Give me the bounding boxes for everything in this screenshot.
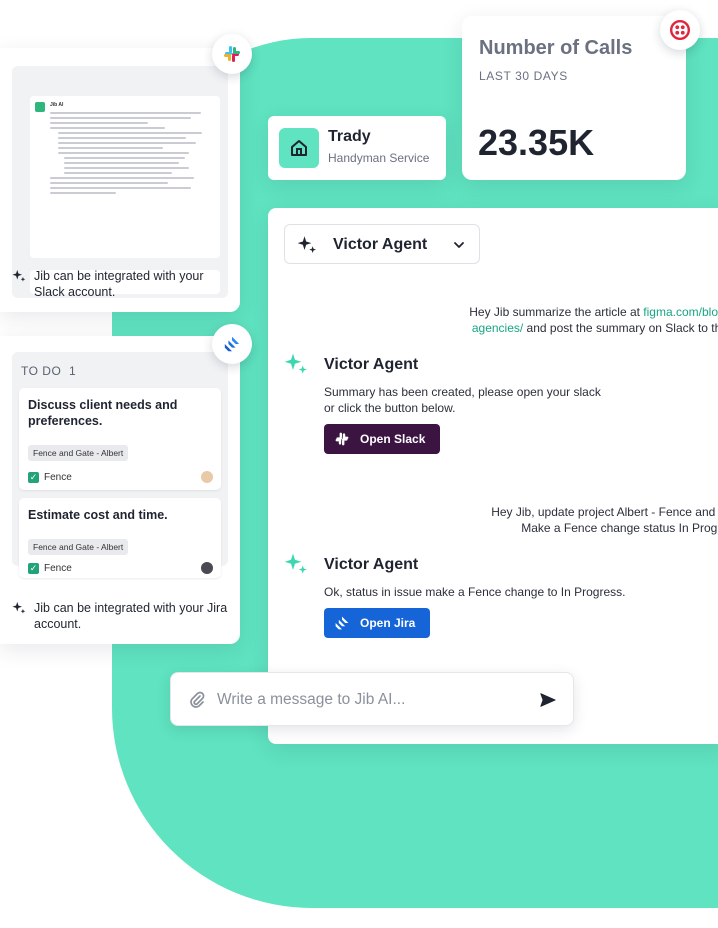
todo-column: TO DO 1 Discuss client needs and prefere… (12, 352, 228, 578)
trady-logo-icon (279, 128, 319, 168)
agent-name: Victor Agent (324, 556, 419, 573)
checkbox-icon: ✓ (28, 472, 39, 483)
slack-integration-note: Jib can be integrated with your Slack ac… (12, 268, 232, 300)
jira-icon (224, 336, 240, 352)
send-icon[interactable] (539, 691, 557, 709)
agent-selector[interactable]: Victor Agent (284, 224, 480, 264)
slack-badge (212, 34, 252, 74)
avatar (35, 102, 45, 112)
article-link[interactable]: figma.com/blog/ (643, 305, 718, 319)
stat-title: Number of Calls (479, 37, 633, 59)
user-message: Hey Jib summarize the article at figma.c… (469, 304, 718, 336)
agent-message: Ok, status in issue make a Fence change … (324, 585, 626, 599)
todo-count: 1 (68, 364, 77, 378)
open-slack-label: Open Slack (360, 432, 426, 446)
business-card: Trady Handyman Service (268, 116, 446, 180)
house-icon (291, 140, 307, 156)
agent-message: Summary has been created, please open yo… (324, 385, 601, 415)
chevron-down-icon (454, 242, 464, 248)
open-jira-label: Open Jira (360, 616, 416, 630)
slack-preview: Jib AI (12, 66, 228, 298)
avatar (201, 471, 213, 483)
jira-integration-text: Jib can be integrated with your Jira acc… (34, 601, 228, 631)
todo-column-title: TO DO 1 (21, 364, 77, 378)
chat-panel: Victor Agent Hey Jib summarize the artic… (268, 208, 718, 744)
slack-icon (224, 46, 240, 62)
task-tag: Fence and Gate - Albert (28, 445, 129, 461)
user-message: Hey Jib, update project Albert - Fence a… (491, 505, 718, 535)
avatar (201, 562, 213, 574)
agent-sparkle-icon (284, 553, 307, 574)
slack-integration-text: Jib can be integrated with your Slack ac… (34, 269, 204, 299)
twilio-icon (669, 19, 691, 41)
agent-selector-label: Victor Agent (333, 236, 428, 253)
task-card[interactable]: Estimate cost and time. Fence and Gate -… (19, 498, 221, 578)
business-subtitle: Handyman Service (328, 151, 430, 165)
task-tag: Fence and Gate - Albert (28, 539, 129, 555)
task-label: Fence (44, 472, 72, 483)
stat-period: LAST 30 DAYS (479, 69, 568, 83)
slack-preview-name: Jib AI (50, 102, 64, 108)
open-slack-button[interactable]: Open Slack (324, 424, 440, 454)
sparkle-icon (297, 236, 316, 253)
slack-icon (335, 432, 349, 446)
agent-name: Victor Agent (324, 356, 419, 373)
slack-message-preview: Jib AI (30, 96, 220, 258)
stat-value: 23.35K (478, 122, 595, 163)
task-card[interactable]: Discuss client needs and preferences. Fe… (19, 388, 221, 490)
jira-badge (212, 324, 252, 364)
calls-stat-card: Number of Calls LAST 30 DAYS 23.35K (462, 16, 686, 180)
checkbox-icon: ✓ (28, 563, 39, 574)
agent-sparkle-icon (284, 353, 307, 374)
business-name: Trady (328, 128, 371, 145)
task-label: Fence (44, 563, 72, 574)
sparkle-icon (12, 269, 26, 282)
jira-integration-note: Jib can be integrated with your Jira acc… (12, 600, 232, 632)
paperclip-icon[interactable] (187, 690, 207, 710)
message-composer (170, 672, 574, 726)
jira-icon (335, 616, 349, 630)
twilio-badge (660, 10, 700, 50)
task-title: Discuss client needs and preferences. (28, 398, 178, 428)
message-input[interactable] (217, 689, 517, 711)
sparkle-icon (12, 601, 26, 614)
open-jira-button[interactable]: Open Jira (324, 608, 430, 638)
article-link[interactable]: agencies/ (472, 321, 523, 335)
jira-integration-card: TO DO 1 Discuss client needs and prefere… (0, 336, 240, 644)
slack-integration-card: Jib AI Jib can be integrated with your S… (0, 48, 240, 312)
task-title: Estimate cost and time. (28, 508, 168, 522)
